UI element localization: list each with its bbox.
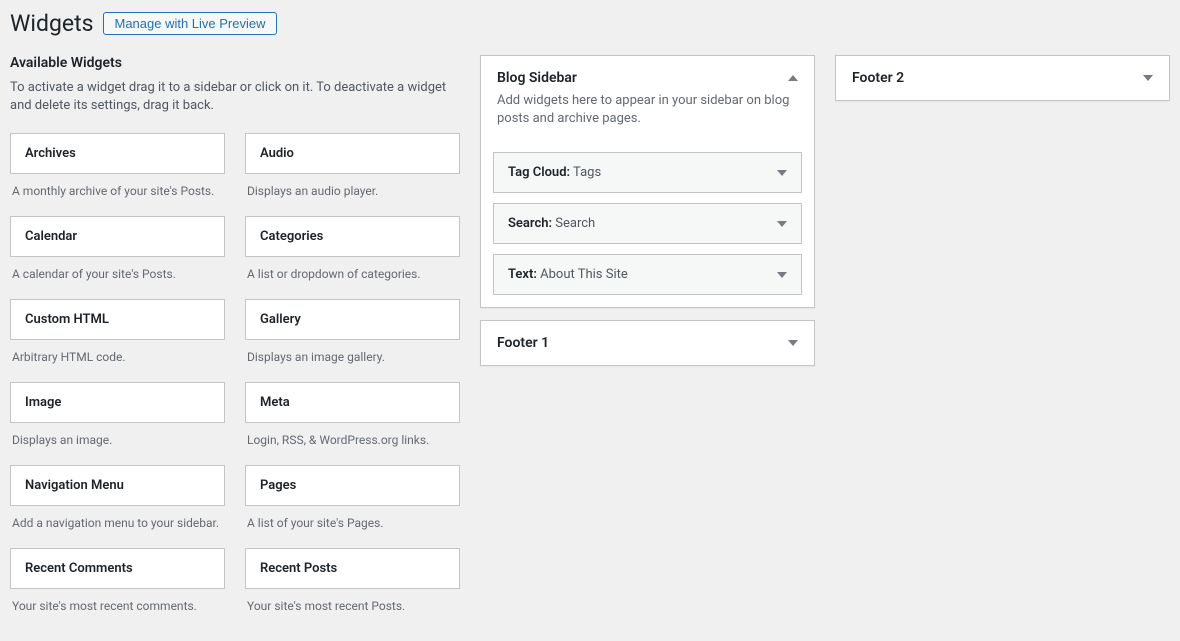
sidebar-widget-label: Text: About This Site [508,267,628,282]
footer-1-header[interactable]: Footer 1 [481,321,814,365]
widget-desc: A monthly archive of your site's Posts. [10,174,225,216]
widget-title[interactable]: Custom HTML [10,299,225,340]
footer-1-panel: Footer 1 [480,320,815,366]
sidebar-widget-search[interactable]: Search: Search [493,203,802,244]
sidebar-title: Blog Sidebar [497,70,577,86]
widget-grid: Archives A monthly archive of your site'… [10,133,460,631]
sidebar-desc: Add widgets here to appear in your sideb… [497,92,798,128]
widget-title[interactable]: Meta [245,382,460,423]
chevron-down-icon [777,221,787,227]
widget-title[interactable]: Recent Comments [10,548,225,589]
widget-desc: Displays an image. [10,423,225,465]
widget-archives: Archives A monthly archive of your site'… [10,133,225,216]
sidebar-widget-label: Search: Search [508,216,595,231]
blog-sidebar-widgets: Tag Cloud: Tags Search: Search Text: Abo… [481,152,814,307]
sidebar-widget-tag-cloud[interactable]: Tag Cloud: Tags [493,152,802,193]
widget-desc: A list or dropdown of categories. [245,257,460,299]
widget-title[interactable]: Archives [10,133,225,174]
widget-calendar: Calendar A calendar of your site's Posts… [10,216,225,299]
main-layout: Available Widgets To activate a widget d… [10,55,1170,631]
chevron-up-icon [788,75,798,81]
widget-desc: Displays an audio player. [245,174,460,216]
widget-title[interactable]: Calendar [10,216,225,257]
sidebar-title: Footer 2 [852,70,904,86]
widget-gallery: Gallery Displays an image gallery. [245,299,460,382]
sidebar-title: Footer 1 [497,335,549,351]
available-widgets-desc: To activate a widget drag it to a sideba… [10,79,460,115]
widget-meta: Meta Login, RSS, & WordPress.org links. [245,382,460,465]
sidebar-areas: Blog Sidebar Add widgets here to appear … [480,55,1170,631]
footer-2-panel: Footer 2 [835,55,1170,101]
widget-pages: Pages A list of your site's Pages. [245,465,460,548]
widget-recent-posts: Recent Posts Your site's most recent Pos… [245,548,460,631]
widget-title[interactable]: Audio [245,133,460,174]
page-header: Widgets Manage with Live Preview [10,10,1170,37]
widget-custom-html: Custom HTML Arbitrary HTML code. [10,299,225,382]
footer-2-header[interactable]: Footer 2 [836,56,1169,100]
manage-live-preview-button[interactable]: Manage with Live Preview [103,12,276,35]
chevron-down-icon [788,340,798,346]
widget-title[interactable]: Categories [245,216,460,257]
available-widgets-heading: Available Widgets [10,55,460,71]
sidebar-widget-label: Tag Cloud: Tags [508,165,601,180]
widget-desc: A calendar of your site's Posts. [10,257,225,299]
sidebar-col-1: Blog Sidebar Add widgets here to appear … [480,55,815,631]
widget-categories: Categories A list or dropdown of categor… [245,216,460,299]
widget-title[interactable]: Navigation Menu [10,465,225,506]
widget-desc: Displays an image gallery. [245,340,460,382]
widget-desc: A list of your site's Pages. [245,506,460,548]
page-title: Widgets [10,10,93,37]
blog-sidebar-header[interactable]: Blog Sidebar Add widgets here to appear … [481,56,814,142]
widget-image: Image Displays an image. [10,382,225,465]
widget-title[interactable]: Pages [245,465,460,506]
sidebar-widget-text[interactable]: Text: About This Site [493,254,802,295]
widget-desc: Arbitrary HTML code. [10,340,225,382]
widget-title[interactable]: Recent Posts [245,548,460,589]
widget-desc: Your site's most recent Posts. [245,589,460,631]
chevron-down-icon [777,272,787,278]
blog-sidebar-panel: Blog Sidebar Add widgets here to appear … [480,55,815,308]
widget-audio: Audio Displays an audio player. [245,133,460,216]
available-widgets-panel: Available Widgets To activate a widget d… [10,55,460,631]
widget-desc: Login, RSS, & WordPress.org links. [245,423,460,465]
widget-navigation-menu: Navigation Menu Add a navigation menu to… [10,465,225,548]
sidebar-col-2: Footer 2 [835,55,1170,631]
widget-title[interactable]: Image [10,382,225,423]
chevron-down-icon [777,170,787,176]
widget-desc: Your site's most recent comments. [10,589,225,631]
widget-desc: Add a navigation menu to your sidebar. [10,506,225,548]
chevron-down-icon [1143,75,1153,81]
widget-recent-comments: Recent Comments Your site's most recent … [10,548,225,631]
widget-title[interactable]: Gallery [245,299,460,340]
